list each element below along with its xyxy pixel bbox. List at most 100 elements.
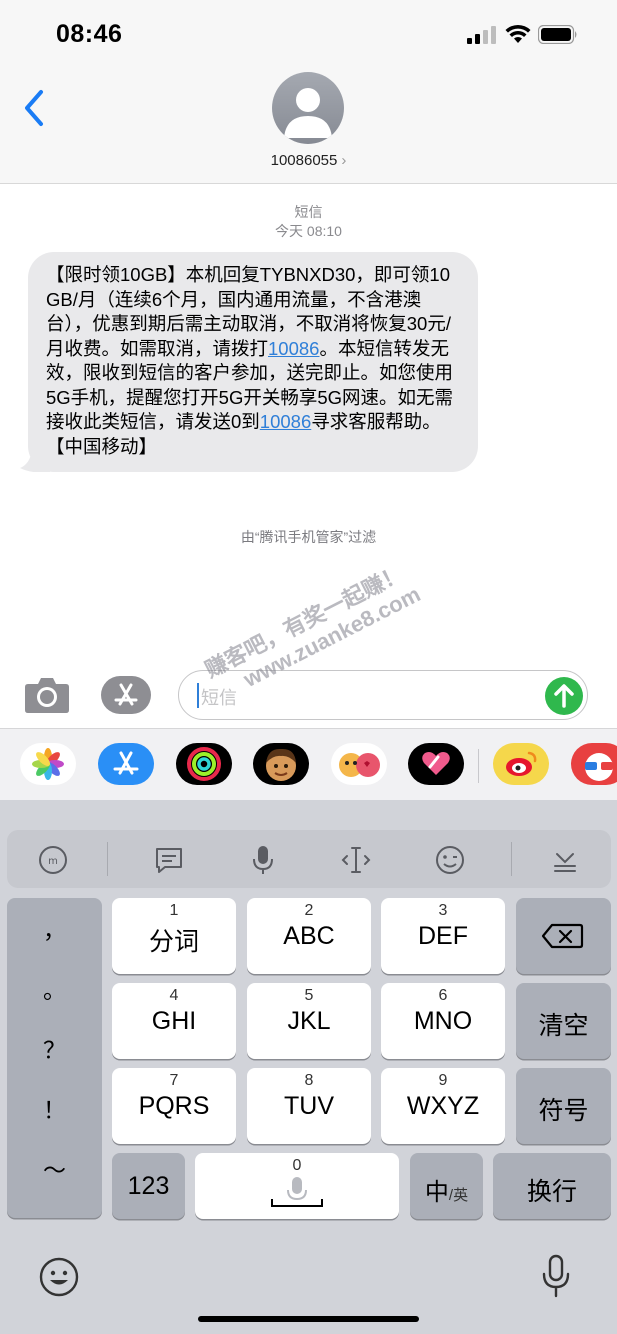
key-8[interactable]: 8 TUV bbox=[247, 1068, 371, 1144]
message-input[interactable]: 短信 bbox=[178, 670, 588, 720]
space-key[interactable]: 0 bbox=[195, 1153, 399, 1219]
camera-icon[interactable] bbox=[24, 676, 70, 714]
language-switch-button[interactable]: 中/英 bbox=[410, 1153, 483, 1219]
appstore-icon[interactable] bbox=[98, 743, 154, 785]
message-bubble-container: 【限时领10GB】本机回复TYBNXD30，即可领10GB/月（连续6个月，国内… bbox=[20, 252, 478, 472]
symbols-button[interactable]: 符号 bbox=[516, 1068, 611, 1144]
key-7[interactable]: 7 PQRS bbox=[112, 1068, 236, 1144]
phone-link[interactable]: 10086 bbox=[268, 338, 319, 359]
svg-text:m: m bbox=[48, 856, 58, 867]
imessage-app-strip bbox=[0, 728, 617, 800]
symbols-label: 符号 bbox=[538, 1097, 589, 1125]
wifi-icon bbox=[505, 24, 531, 43]
key-label: GHI bbox=[151, 1007, 197, 1035]
key-label: PQRS bbox=[138, 1092, 210, 1120]
language-main: 中 bbox=[424, 1179, 449, 1206]
keyboard-toolbar: m bbox=[7, 830, 611, 888]
battery-icon bbox=[538, 25, 577, 44]
watermark: 赚客吧，有奖一起赚！ www.zuanke8.com bbox=[160, 444, 492, 707]
filter-note: 由“腾讯手机管家”过滤 bbox=[240, 529, 377, 545]
toolbar-divider bbox=[107, 842, 108, 876]
key-number: 1 bbox=[169, 902, 179, 919]
message-bubble[interactable]: 【限时领10GB】本机回复TYBNXD30，即可领10GB/月（连续6个月，国内… bbox=[28, 252, 478, 472]
punctuation-key[interactable]: ？ bbox=[7, 1018, 102, 1082]
key-label: TUV bbox=[284, 1092, 334, 1120]
key-number: 2 bbox=[304, 902, 314, 919]
home-indicator bbox=[198, 1316, 419, 1322]
key-number: 6 bbox=[438, 987, 448, 1004]
key-label: WXYZ bbox=[406, 1092, 480, 1120]
cellular-signal-icon bbox=[467, 26, 496, 44]
delete-button[interactable] bbox=[516, 898, 611, 974]
key-2[interactable]: 2 ABC bbox=[247, 898, 371, 974]
contact-number: 10086055 bbox=[270, 152, 338, 169]
strip-divider bbox=[478, 749, 479, 783]
space-number: 0 bbox=[292, 1157, 302, 1174]
activity-icon[interactable] bbox=[176, 743, 232, 785]
punctuation-key[interactable]: ～ bbox=[7, 1138, 102, 1202]
numbers-button[interactable]: 123 bbox=[112, 1153, 185, 1219]
numbers-label: 123 bbox=[127, 1172, 170, 1200]
key-5[interactable]: 5 JKL bbox=[247, 983, 371, 1059]
key-1[interactable]: 1 分词 bbox=[112, 898, 236, 974]
status-bar: 08:46 bbox=[0, 0, 617, 62]
cursor-move-icon[interactable] bbox=[340, 845, 372, 875]
key-number: 7 bbox=[169, 1072, 179, 1089]
key-number: 5 bbox=[304, 987, 314, 1004]
punctuation-key[interactable]: ！ bbox=[7, 1078, 102, 1142]
key-3[interactable]: 3 DEF bbox=[381, 898, 505, 974]
person-icon bbox=[284, 88, 332, 138]
emoji-face-icon[interactable] bbox=[434, 845, 466, 875]
backspace-icon bbox=[541, 923, 584, 949]
contact-avatar[interactable] bbox=[272, 72, 344, 144]
photos-icon[interactable] bbox=[20, 743, 76, 785]
punctuation-key[interactable]: ， bbox=[7, 898, 102, 962]
key-number: 9 bbox=[438, 1072, 448, 1089]
clear-label: 清空 bbox=[538, 1012, 589, 1040]
chevron-right-icon: › bbox=[341, 152, 347, 169]
key-4[interactable]: 4 GHI bbox=[112, 983, 236, 1059]
dictation-mic-icon[interactable] bbox=[540, 1254, 572, 1298]
language-sub: /英 bbox=[448, 1187, 469, 1204]
space-mic-icon bbox=[271, 1177, 323, 1207]
phone-link[interactable]: 10086 bbox=[260, 411, 311, 432]
weibo-icon[interactable] bbox=[493, 743, 549, 785]
punctuation-key[interactable]: 。 bbox=[7, 958, 102, 1022]
key-label: JKL bbox=[287, 1007, 331, 1035]
key-9[interactable]: 9 WXYZ bbox=[381, 1068, 505, 1144]
digital-touch-icon[interactable] bbox=[408, 743, 464, 785]
return-button[interactable]: 换行 bbox=[493, 1153, 611, 1219]
animoji-icon[interactable] bbox=[331, 743, 387, 785]
microphone-icon[interactable] bbox=[247, 845, 279, 875]
dismiss-keyboard-icon[interactable] bbox=[549, 845, 581, 875]
key-label: DEF bbox=[418, 922, 468, 950]
key-number: 3 bbox=[438, 902, 448, 919]
key-number: 4 bbox=[169, 987, 179, 1004]
watermark-line: 赚客吧，有奖一起赚！ bbox=[200, 560, 409, 683]
language-label: 中/英 bbox=[410, 1172, 483, 1207]
punctuation-column: ， 。 ？ ！ ～ bbox=[7, 898, 102, 1218]
send-button[interactable] bbox=[545, 677, 583, 715]
key-6[interactable]: 6 MNO bbox=[381, 983, 505, 1059]
message-icon[interactable] bbox=[153, 845, 185, 875]
key-label: 分词 bbox=[148, 928, 199, 956]
emoji-keyboard-icon[interactable] bbox=[38, 1256, 80, 1298]
memoji-icon[interactable] bbox=[253, 743, 309, 785]
text-caret bbox=[197, 683, 199, 708]
glasses-app-icon[interactable] bbox=[571, 743, 617, 785]
message-timestamp: 今天 08:10 bbox=[275, 223, 342, 239]
input-placeholder: 短信 bbox=[201, 688, 237, 708]
status-time: 08:46 bbox=[56, 20, 123, 48]
handwriting-icon[interactable]: m bbox=[37, 845, 69, 875]
app-drawer-button[interactable] bbox=[101, 676, 151, 714]
arrow-up-icon bbox=[554, 684, 574, 708]
key-label: ABC bbox=[283, 922, 335, 950]
appstore-glyph-icon bbox=[114, 683, 138, 706]
contact-name[interactable]: 10086055 › bbox=[0, 152, 617, 169]
clear-button[interactable]: 清空 bbox=[516, 983, 611, 1059]
service-label: 短信 bbox=[294, 204, 323, 220]
back-chevron-icon[interactable] bbox=[22, 88, 46, 128]
conversation-header: 10086055 › bbox=[0, 62, 617, 184]
return-label: 换行 bbox=[526, 1178, 577, 1206]
key-number: 8 bbox=[304, 1072, 314, 1089]
